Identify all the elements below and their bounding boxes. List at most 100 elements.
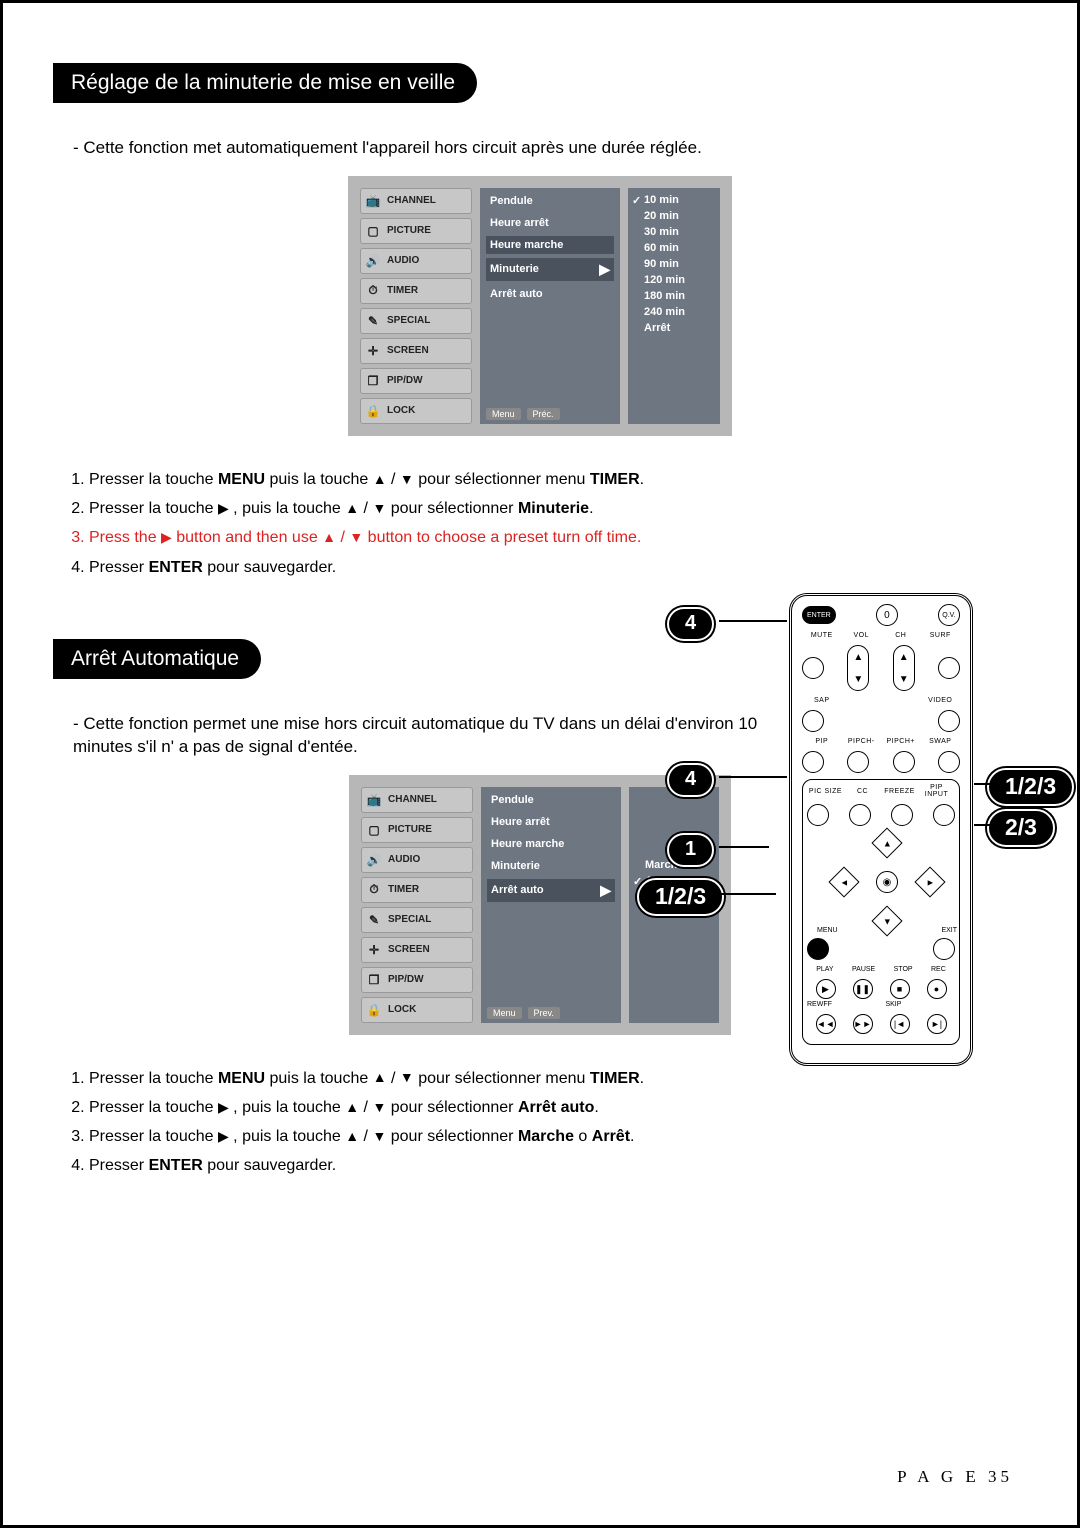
callout-line	[719, 620, 787, 622]
swap-label: SWAP	[921, 738, 961, 745]
osd-menu-timer: ⏱TIMER	[360, 278, 472, 304]
stop-button: ■	[890, 979, 910, 999]
osd2-menu-picture: ▢PICTURE	[361, 817, 473, 843]
sap-label: SAP	[802, 697, 842, 704]
osd2-menu-lock: 🔒LOCK	[361, 997, 473, 1023]
zero-button: 0	[876, 604, 898, 626]
pip-label: PIP	[802, 738, 842, 745]
osd-time-arret: Arrêt	[634, 322, 714, 334]
tv-icon: 📺	[365, 193, 381, 209]
manual-page: Réglage de la minuterie de mise en veill…	[0, 0, 1080, 1528]
pipchm-button	[847, 751, 869, 773]
ch-label: CH	[881, 632, 921, 639]
osd-time-60: 60 min	[634, 242, 714, 254]
osd2-mid-arretauto: Arrêt auto▶	[487, 879, 615, 902]
rec-label: REC	[931, 966, 946, 973]
nav-left: ◄	[828, 866, 859, 897]
osd-menu-channel: 📺CHANNEL	[360, 188, 472, 214]
pause-button: ❚❚	[853, 979, 873, 999]
osd-time-240: 240 min	[634, 306, 714, 318]
right-arrow-icon: ▶	[218, 497, 229, 521]
nav-up: ▲	[871, 827, 902, 858]
surf-label: SURF	[921, 632, 961, 639]
pipinput-button	[933, 804, 955, 826]
mute-button	[802, 657, 824, 679]
callout-23: 2/3	[987, 809, 1055, 847]
callout-123-left: 1/2/3	[637, 878, 724, 916]
osd-menu-special: ✎SPECIAL	[360, 308, 472, 334]
enter-button: ENTER	[802, 606, 836, 624]
osd-time-180: 180 min	[634, 290, 714, 302]
remote-control: ENTER 0 Q.V. MUTE VOL CH SURF ▲▼ ▲▼ SAP …	[789, 593, 973, 1066]
osd-mid-heurearret: Heure arrêt	[486, 214, 614, 232]
osd2-menu-channel: 📺CHANNEL	[361, 787, 473, 813]
osd1: 📺CHANNEL ▢PICTURE 🔊AUDIO ⏱TIMER ✎SPECIAL…	[53, 176, 1027, 436]
video-button	[938, 710, 960, 732]
osd-foot-menu: Menu	[486, 408, 521, 420]
picsize-button	[807, 804, 829, 826]
osd2-menu-special: ✎SPECIAL	[361, 907, 473, 933]
step1-3: Press the ▶ button and then use ▲ / ▼ bu…	[89, 524, 1027, 551]
osd2-menu-audio: 🔊AUDIO	[361, 847, 473, 873]
osd-time-10: 10 min	[634, 194, 714, 206]
pipinput-label: PIP INPUT	[918, 784, 955, 798]
osd-menu-lock: 🔒LOCK	[360, 398, 472, 424]
rec-button: ●	[927, 979, 947, 999]
osd2-menu-screen: ✛SCREEN	[361, 937, 473, 963]
osd-menu-screen: ✛SCREEN	[360, 338, 472, 364]
page-number: P A G E 35	[897, 1467, 1013, 1487]
right-arrow-icon: ▶	[599, 261, 610, 278]
lock-icon: 🔒	[365, 403, 381, 419]
osd2-mid-pendule: Pendule	[487, 791, 615, 809]
callout-123-right: 1/2/3	[987, 768, 1074, 806]
osd-foot-prec: Préc.	[527, 408, 560, 420]
stop-label: STOP	[894, 966, 913, 973]
callout-4-mid: 4	[667, 763, 714, 797]
play-label: PLAY	[816, 966, 833, 973]
osd-mid-minuterie: Minuterie▶	[486, 258, 614, 281]
pause-label: PAUSE	[852, 966, 875, 973]
osd2-mid-heurearret: Heure arrêt	[487, 813, 615, 831]
osd2-menu-timer: ⏱TIMER	[361, 877, 473, 903]
exit-label: EXIT	[941, 927, 957, 934]
sap-button	[802, 710, 824, 732]
osd-menu-audio: 🔊AUDIO	[360, 248, 472, 274]
step1-2: Presser la touche ▶ , puis la touche ▲ /…	[89, 495, 1027, 522]
picsize-label: PIC SIZE	[807, 788, 844, 795]
callout-4-top: 4	[667, 607, 714, 641]
nav-right: ►	[914, 866, 945, 897]
osd-mid-arretauto: Arrêt auto	[486, 285, 614, 303]
section2-intro: - Cette fonction permet une mise hors ci…	[73, 713, 773, 759]
pipchp-label: PIPCH+	[881, 738, 921, 745]
skipfwd-button: ►|	[927, 1014, 947, 1034]
qv-button: Q.V.	[938, 604, 960, 626]
menu-label: MENU	[817, 927, 838, 934]
audio-icon: 🔊	[365, 253, 381, 269]
nav-down: ▼	[871, 905, 902, 936]
skipback-button: |◄	[890, 1014, 910, 1034]
mute-label: MUTE	[802, 632, 842, 639]
remote-diagram: 4 4 1 1/2/3 1/2/3 2/3 ENTER 0 Q.V. MUTE …	[749, 873, 1009, 1346]
ch-rocker: ▲▼	[893, 645, 915, 691]
cc-label: CC	[844, 788, 881, 795]
osd-mid-heuremarche: Heure marche	[486, 236, 614, 254]
osd-time-90: 90 min	[634, 258, 714, 270]
up-arrow-icon: ▲	[373, 468, 387, 492]
surf-button	[938, 657, 960, 679]
down-arrow-icon: ▼	[400, 468, 414, 492]
nav-ok: ◉	[876, 871, 898, 893]
right-arrow-icon: ▶	[600, 882, 611, 899]
swap-button	[938, 751, 960, 773]
osd-mid-pendule: Pendule	[486, 192, 614, 210]
osd-time-30: 30 min	[634, 226, 714, 238]
vol-rocker: ▲▼	[847, 645, 869, 691]
osd-time-120: 120 min	[634, 274, 714, 286]
play-button: ▶	[816, 979, 836, 999]
steps1: Presser la touche MENU puis la touche ▲ …	[89, 466, 1027, 581]
pip-icon: ❐	[365, 373, 381, 389]
rew-label: REW	[807, 1001, 823, 1008]
ff-button: ►►	[853, 1014, 873, 1034]
pip-button	[802, 751, 824, 773]
menu-button	[807, 938, 829, 960]
freeze-button	[891, 804, 913, 826]
